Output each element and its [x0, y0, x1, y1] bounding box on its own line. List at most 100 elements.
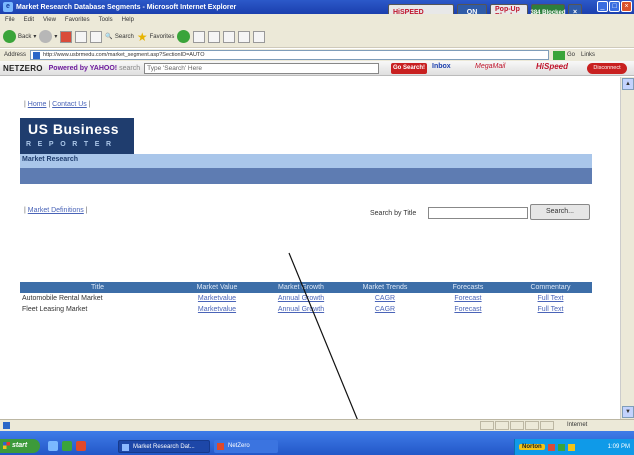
forward-button[interactable]: ▾	[39, 30, 57, 43]
netzero-logo[interactable]: NETZERO	[3, 64, 43, 73]
menu-view[interactable]: View	[43, 17, 56, 23]
back-button[interactable]: Back ▾	[3, 30, 36, 43]
search-magnifier-icon: 🔍	[105, 34, 113, 40]
menu-edit[interactable]: Edit	[24, 17, 34, 23]
ie-quicklaunch-icon[interactable]	[48, 441, 58, 451]
system-tray: Norton 1:09 PM	[514, 439, 634, 455]
menu-favorites[interactable]: Favorites	[65, 17, 90, 23]
netzero-search-label: search	[119, 64, 141, 72]
menu-tools[interactable]: Tools	[99, 17, 113, 23]
row-title: Fleet Leasing Market	[22, 306, 88, 313]
favorites-label: Favorites	[149, 33, 175, 40]
yahoo-logo: Powered by YAHOO!	[48, 64, 118, 72]
megamail-button[interactable]: MegaMail	[475, 63, 505, 70]
forecast-link[interactable]: Forecast	[454, 306, 481, 313]
page-icon	[33, 52, 41, 59]
close-button[interactable]: ×	[621, 1, 632, 12]
go-button[interactable]: Go	[567, 52, 575, 58]
col-header-commentary: Commentary	[509, 282, 592, 293]
full-text-link[interactable]: Full Text	[538, 295, 564, 302]
market-value-link[interactable]: Marketvalue	[198, 306, 236, 313]
forward-arrow-icon	[39, 30, 53, 43]
title-search-button[interactable]: Search...	[530, 204, 590, 220]
internet-explorer-icon: e	[3, 2, 13, 12]
home-link[interactable]: Home	[28, 101, 47, 108]
messenger-icon[interactable]	[253, 30, 266, 43]
standard-toolbar: Back ▾ ▾ 🔍 Search ★ Favorites	[0, 26, 634, 48]
scroll-up-icon[interactable]: ▲	[622, 78, 634, 90]
menu-file[interactable]: File	[5, 17, 15, 23]
folder-icon[interactable]	[238, 30, 251, 43]
media-quicklaunch-icon[interactable]	[76, 441, 86, 451]
favorites-star-icon: ★	[136, 29, 148, 44]
logo-text-top: US Business	[28, 121, 120, 137]
cagr-link[interactable]: CAGR	[375, 295, 395, 302]
start-button[interactable]: start	[0, 439, 40, 453]
tray-icon[interactable]	[547, 443, 555, 451]
menu-help[interactable]: Help	[122, 17, 134, 23]
scroll-down-icon[interactable]: ▼	[622, 406, 634, 418]
full-text-link[interactable]: Full Text	[538, 306, 564, 313]
hispeed-link[interactable]: HiSpeed	[536, 62, 568, 71]
address-url: http://www.usbrmedu.com/market_segment.a…	[43, 52, 205, 58]
col-header-market-trends: Market Trends	[343, 282, 427, 293]
market-value-link[interactable]: Marketvalue	[198, 295, 236, 302]
section-title: Market Research	[22, 156, 79, 163]
col-header-title: Title	[20, 282, 175, 293]
inbox-button[interactable]: Inbox	[432, 63, 451, 70]
window-title: Market Research Database Segments - Micr…	[16, 3, 237, 11]
status-bar: Internet	[0, 419, 634, 431]
menu-bar: File Edit View Favorites Tools Help	[0, 14, 634, 26]
search-label: Search	[114, 33, 134, 40]
refresh-icon[interactable]	[75, 30, 88, 43]
page-status-icon	[3, 422, 10, 429]
history-icon[interactable]	[193, 30, 206, 43]
table-row: Automobile Rental Market Marketvalue Ann…	[20, 293, 592, 304]
annual-growth-link[interactable]: Annual Growth	[278, 306, 324, 313]
taskbar: start Market Research Dat... NetZero Nor…	[0, 431, 634, 455]
print-icon[interactable]	[223, 30, 236, 43]
contact-us-link[interactable]: Contact Us	[52, 101, 87, 108]
maximize-button[interactable]: □	[609, 1, 620, 12]
logo-text-bottom: REPORTER	[26, 141, 118, 148]
quick-launch	[48, 441, 86, 451]
go-arrow-icon[interactable]	[553, 50, 566, 60]
cagr-link[interactable]: CAGR	[375, 306, 395, 313]
header-band	[20, 168, 592, 184]
desktop-quicklaunch-icon[interactable]	[62, 441, 72, 451]
market-definitions-link[interactable]: Market Definitions	[28, 207, 84, 214]
media-icon[interactable]	[177, 30, 191, 43]
vertical-scrollbar[interactable]: ▲ ▼	[620, 77, 634, 419]
address-label: Address	[4, 52, 27, 58]
table-row: Fleet Leasing Market Marketvalue Annual …	[20, 304, 592, 315]
address-input[interactable]: http://www.usbrmedu.com/market_segment.a…	[30, 50, 550, 60]
col-header-market-value: Market Value	[175, 282, 259, 293]
home-icon[interactable]	[90, 30, 103, 43]
clock: 1:09 PM	[607, 444, 630, 450]
netzero-search-input[interactable]: Type 'Search' Here	[144, 62, 380, 74]
volume-tray-icon[interactable]	[567, 443, 575, 451]
mail-icon[interactable]	[208, 30, 221, 43]
stop-icon[interactable]	[60, 30, 73, 43]
forecast-link[interactable]: Forecast	[454, 295, 481, 302]
annual-growth-link[interactable]: Annual Growth	[278, 295, 324, 302]
search-button[interactable]: 🔍 Search	[105, 33, 134, 41]
disconnect-button[interactable]: Disconnect	[587, 63, 627, 74]
norton-icon[interactable]: Norton	[519, 444, 545, 450]
address-bar: Address http://www.usbrmedu.com/market_s…	[0, 49, 634, 61]
market-data-table: Title Market Value Market Growth Market …	[20, 282, 592, 315]
minimize-button[interactable]: _	[597, 1, 608, 12]
links-button[interactable]: Links	[581, 52, 595, 58]
netzero-toolbar: NETZERO Powered by YAHOO! search Type 'S…	[0, 61, 634, 76]
network-tray-icon[interactable]	[557, 443, 565, 451]
definitions-links: | Market Definitions |	[24, 207, 88, 214]
favorites-button[interactable]: ★ Favorites	[137, 31, 174, 43]
col-header-forecasts: Forecasts	[427, 282, 509, 293]
site-logo[interactable]: US Business REPORTER	[20, 118, 134, 154]
page-viewport: | Home | Contact Us | US Business REPORT…	[0, 77, 620, 419]
window-controls: _ □ ×	[597, 1, 632, 12]
go-search-button[interactable]: Go Search!	[391, 63, 427, 74]
title-search-input[interactable]	[428, 207, 528, 219]
taskbar-item-ie[interactable]: Market Research Dat...	[118, 440, 210, 453]
taskbar-item-netzero[interactable]: NetZero	[214, 440, 278, 453]
